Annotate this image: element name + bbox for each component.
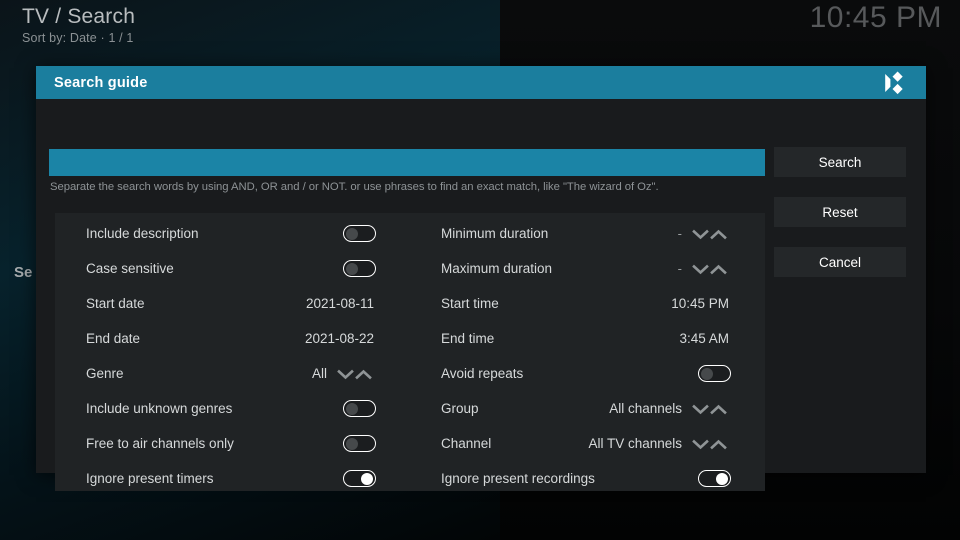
toggle-include-description[interactable] xyxy=(343,225,376,242)
setting-label: Include unknown genres xyxy=(86,401,233,416)
setting-label: Ignore present recordings xyxy=(441,471,595,486)
spinner-channel[interactable] xyxy=(691,437,731,451)
setting-control: 2021-08-22 xyxy=(305,331,376,346)
setting-label: Start date xyxy=(86,296,145,311)
dialog-titlebar: Search guide xyxy=(36,66,926,99)
toggle-knob xyxy=(701,367,714,380)
setting-row-ignore-present-recordings[interactable]: Ignore present recordings xyxy=(410,461,765,496)
search-input[interactable] xyxy=(49,149,765,176)
setting-label: Case sensitive xyxy=(86,261,174,276)
setting-control xyxy=(698,470,731,487)
setting-row-ignore-present-timers[interactable]: Ignore present timers xyxy=(55,461,410,496)
background-header: TV / Search Sort by: Date · 1 / 1 xyxy=(22,4,135,45)
setting-value: 2021-08-11 xyxy=(305,296,374,311)
setting-row-maximum-duration[interactable]: Maximum duration - xyxy=(410,251,765,286)
toggle-knob xyxy=(346,262,359,275)
setting-label: End time xyxy=(441,331,495,346)
cancel-button[interactable]: Cancel xyxy=(774,247,906,277)
toggle-knob xyxy=(346,437,359,450)
clock: 10:45 PM xyxy=(809,1,942,34)
breadcrumb: TV / Search xyxy=(22,5,136,28)
setting-control xyxy=(343,225,376,242)
toggle-knob xyxy=(715,472,728,485)
setting-control xyxy=(343,435,376,452)
setting-control: All TV channels xyxy=(588,436,731,451)
setting-value: All channels xyxy=(609,401,682,416)
setting-label: Maximum duration xyxy=(441,261,553,276)
setting-row-include-description[interactable]: Include description xyxy=(55,216,410,251)
setting-value: All TV channels xyxy=(588,436,682,451)
toggle-ignore-present-recordings[interactable] xyxy=(698,470,731,487)
setting-row-end-time[interactable]: End time 3:45 AM xyxy=(410,321,765,356)
setting-control: All xyxy=(312,366,376,381)
background-side-label: Se xyxy=(14,264,33,281)
setting-row-free-to-air-channels-only[interactable]: Free to air channels only xyxy=(55,426,410,461)
spinner-genre[interactable] xyxy=(336,367,376,381)
setting-label: Free to air channels only xyxy=(86,436,234,451)
dialog-body: Separate the search words by using AND, … xyxy=(36,99,926,491)
setting-label: Genre xyxy=(86,366,124,381)
setting-control: - xyxy=(678,226,731,241)
setting-control xyxy=(343,260,376,277)
settings-panel: Include description Minimum duration - Case… xyxy=(55,213,765,491)
spinner-maximum-duration[interactable] xyxy=(691,262,731,276)
setting-label: End date xyxy=(86,331,141,346)
setting-row-end-date[interactable]: End date 2021-08-22 xyxy=(55,321,410,356)
setting-label: Avoid repeats xyxy=(441,366,524,381)
setting-row-include-unknown-genres[interactable]: Include unknown genres xyxy=(55,391,410,426)
toggle-avoid-repeats[interactable] xyxy=(698,365,731,382)
setting-label: Include description xyxy=(86,226,199,241)
setting-control xyxy=(343,470,376,487)
setting-row-channel[interactable]: Channel All TV channels xyxy=(410,426,765,461)
setting-value: - xyxy=(677,226,682,241)
setting-row-start-date[interactable]: Start date 2021-08-11 xyxy=(55,286,410,321)
setting-value: 3:45 AM xyxy=(679,331,729,346)
setting-control: 10:45 PM xyxy=(671,296,731,311)
search-hint-text: Separate the search words by using AND, … xyxy=(50,181,659,193)
search-button[interactable]: Search xyxy=(774,147,906,177)
setting-label: Minimum duration xyxy=(441,226,549,241)
settings-grid: Include description Minimum duration - Case… xyxy=(55,213,765,496)
sort-info: Sort by: Date · 1 / 1 xyxy=(22,31,134,45)
setting-control: - xyxy=(678,261,731,276)
setting-row-minimum-duration[interactable]: Minimum duration - xyxy=(410,216,765,251)
setting-value: 10:45 PM xyxy=(671,296,729,311)
toggle-include-unknown-genres[interactable] xyxy=(343,400,376,417)
spinner-group[interactable] xyxy=(691,402,731,416)
setting-label: Ignore present timers xyxy=(86,471,214,486)
setting-control: 2021-08-11 xyxy=(306,296,376,311)
setting-label: Group xyxy=(441,401,479,416)
setting-row-avoid-repeats[interactable]: Avoid repeats xyxy=(410,356,765,391)
setting-control xyxy=(343,400,376,417)
toggle-knob xyxy=(346,402,359,415)
setting-row-case-sensitive[interactable]: Case sensitive xyxy=(55,251,410,286)
search-guide-dialog: Search guide Separate the search words b… xyxy=(36,66,926,491)
kodi-logo-icon xyxy=(882,71,908,95)
toggle-knob xyxy=(360,472,373,485)
toggle-ignore-present-timers[interactable] xyxy=(343,470,376,487)
setting-value: All xyxy=(311,366,327,381)
toggle-free-to-air-channels-only[interactable] xyxy=(343,435,376,452)
setting-control: 3:45 AM xyxy=(679,331,731,346)
setting-control: All channels xyxy=(609,401,731,416)
reset-button[interactable]: Reset xyxy=(774,197,906,227)
toggle-knob xyxy=(346,227,359,240)
setting-label: Start time xyxy=(441,296,499,311)
setting-label: Channel xyxy=(441,436,492,451)
setting-value: 2021-08-22 xyxy=(304,331,374,346)
spinner-minimum-duration[interactable] xyxy=(691,227,731,241)
setting-row-genre[interactable]: Genre All xyxy=(55,356,410,391)
setting-value: - xyxy=(677,261,682,276)
toggle-case-sensitive[interactable] xyxy=(343,260,376,277)
dialog-title: Search guide xyxy=(54,74,148,91)
setting-row-group[interactable]: Group All channels xyxy=(410,391,765,426)
setting-row-start-time[interactable]: Start time 10:45 PM xyxy=(410,286,765,321)
setting-control xyxy=(698,365,731,382)
